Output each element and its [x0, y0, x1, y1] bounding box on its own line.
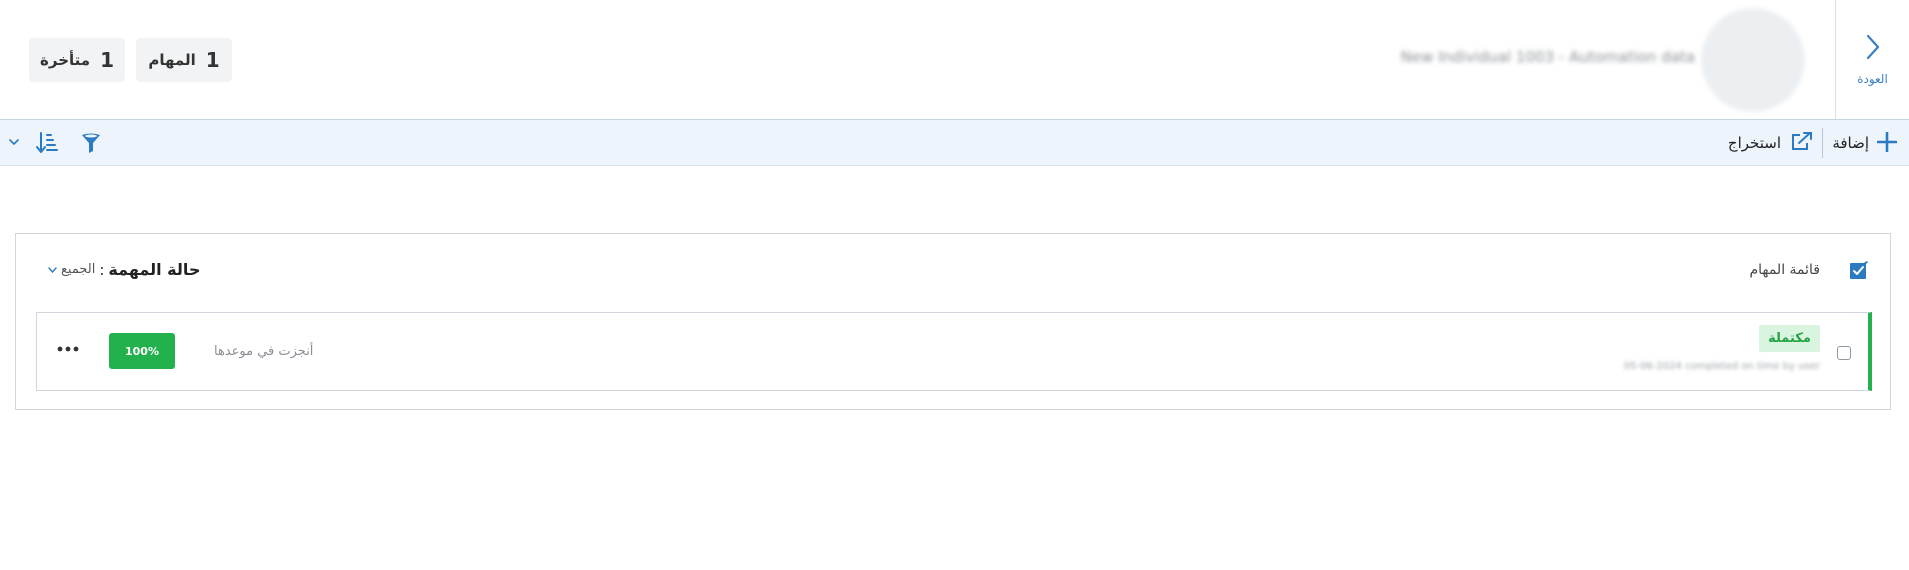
task-timeliness: أنجزت في موعدها: [214, 344, 314, 359]
panel-header: قائمة المهام حالة المهمة : الجميع: [16, 234, 1890, 310]
chevron-down-icon[interactable]: [9, 133, 21, 151]
task-row[interactable]: مكتملة 05-06-2024 completed on time by u…: [36, 312, 1872, 391]
late-counter[interactable]: 1 متأخرة: [29, 38, 125, 82]
chevron-down-icon: [48, 265, 57, 276]
add-label: إضافة: [1832, 134, 1869, 152]
panel-title: قائمة المهام: [1749, 262, 1820, 278]
status-filter-label: حالة المهمة: [108, 260, 201, 279]
add-button[interactable]: إضافة: [1832, 120, 1898, 166]
tasks-panel: قائمة المهام حالة المهمة : الجميع مكتملة…: [15, 233, 1891, 410]
late-counter-label: متأخرة: [40, 51, 91, 69]
back-label: العودة: [1857, 71, 1888, 86]
toolbar: إضافة استخراج: [0, 120, 1909, 166]
toolbar-divider: [1822, 128, 1823, 158]
export-label: استخراج: [1727, 134, 1781, 152]
status-filter-colon: :: [99, 260, 105, 279]
avatar: [1701, 8, 1805, 112]
task-status-filter[interactable]: حالة المهمة : الجميع: [48, 260, 200, 279]
task-subtitle: 05-06-2024 completed on time by user: [1623, 361, 1820, 372]
page-header: العودة New Individual 1003 - Automation …: [0, 0, 1909, 120]
export-button[interactable]: استخراج: [1728, 120, 1813, 166]
export-icon: [1791, 131, 1813, 155]
tasks-counter-label: المهام: [148, 51, 196, 69]
plus-icon: [1876, 129, 1898, 157]
task-progress-badge: 100%: [109, 333, 175, 369]
more-options-icon[interactable]: [57, 340, 79, 354]
entity-name: New Individual 1003 - Automation data: [1400, 48, 1695, 66]
late-count: 1: [100, 48, 114, 72]
sort-icon[interactable]: [35, 131, 59, 155]
task-checkbox[interactable]: [1837, 346, 1851, 360]
tasks-counter[interactable]: 1 المهام: [136, 38, 232, 82]
filter-icon[interactable]: [79, 131, 103, 155]
chevron-right-icon: [1866, 34, 1880, 66]
status-badge: مكتملة: [1759, 325, 1820, 352]
tasks-count: 1: [205, 48, 220, 72]
back-button[interactable]: العودة: [1835, 0, 1909, 119]
status-filter-value: الجميع: [61, 262, 96, 277]
task-list-icon: [1849, 260, 1869, 280]
